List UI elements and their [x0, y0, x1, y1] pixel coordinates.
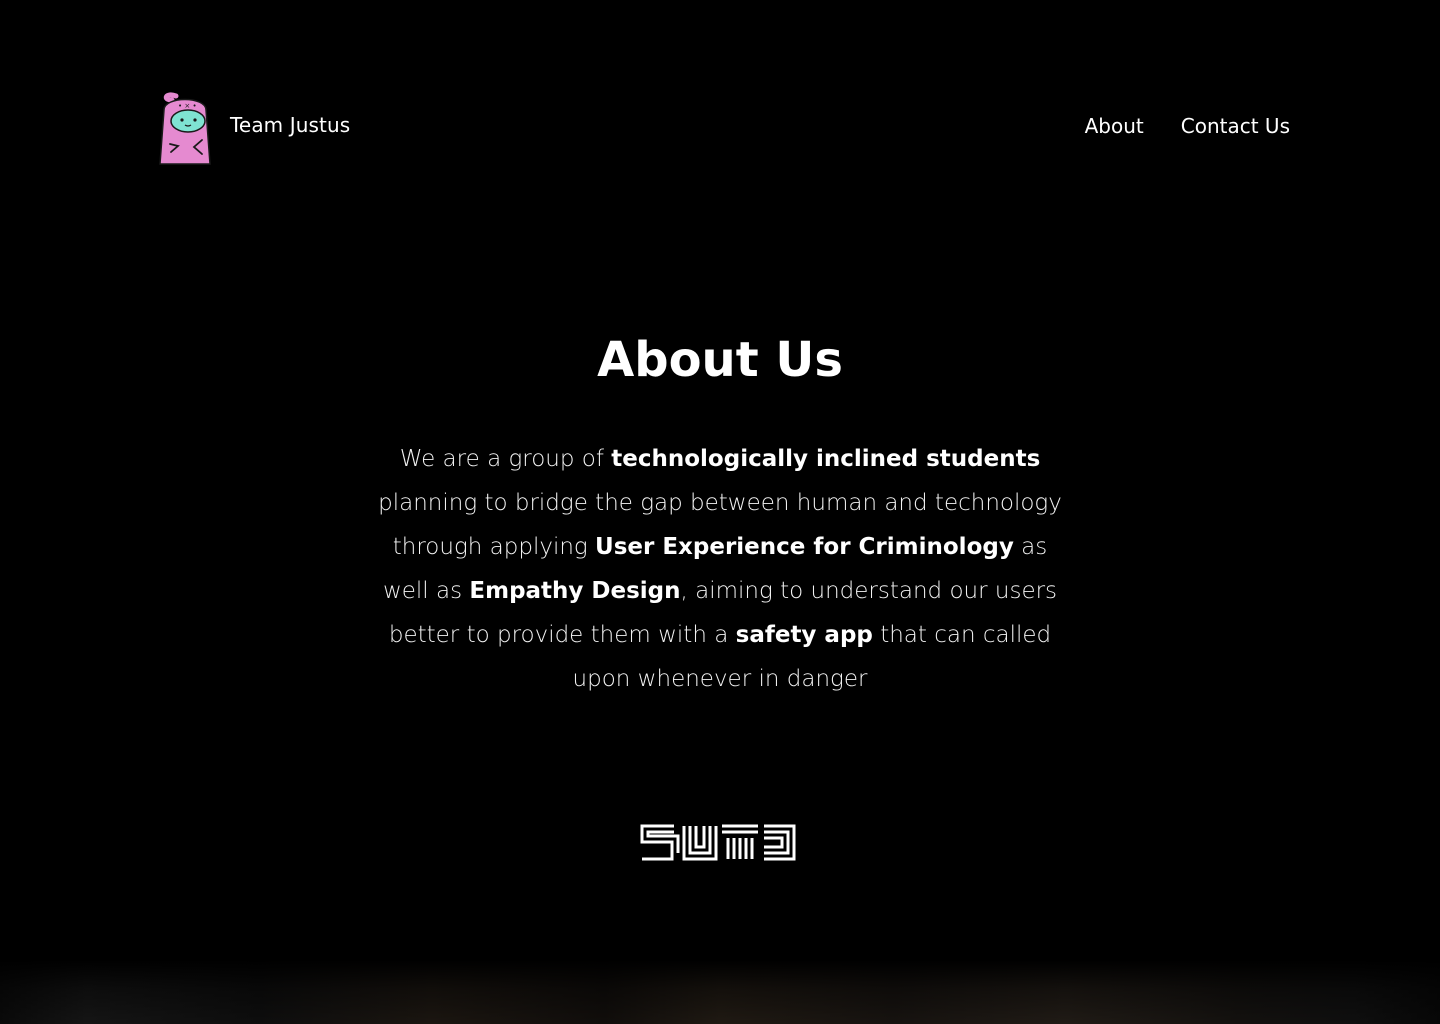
about-paragraph: We are a group of technologically inclin…	[370, 437, 1070, 701]
background-photo	[0, 960, 1440, 1024]
brand-link[interactable]: • × • Team Justus	[158, 84, 350, 166]
svg-text:• × •: • × •	[178, 102, 197, 110]
nav-link-about[interactable]: About	[1085, 114, 1144, 138]
sutd-maze-logo-icon	[640, 824, 796, 861]
site-header: • × • Team Justus About Contact Us	[158, 84, 1290, 166]
pink-ghost-mascot-icon: • × •	[159, 92, 211, 165]
main-nav: About Contact Us	[1085, 114, 1290, 138]
about-text-highlight: Empathy Design	[469, 578, 681, 604]
about-text-highlight: safety app	[735, 622, 873, 648]
about-text-segment: We are a group of	[399, 446, 612, 472]
about-text-highlight: User Experience for Criminology	[595, 534, 1014, 560]
page-title: About Us	[597, 332, 843, 388]
nav-link-contact-us[interactable]: Contact Us	[1181, 114, 1290, 138]
about-text-highlight: technologically inclined students	[611, 446, 1041, 472]
page: • × • Team Justus About Contact Us About…	[0, 0, 1440, 1024]
brand-name: Team Justus	[230, 113, 351, 137]
